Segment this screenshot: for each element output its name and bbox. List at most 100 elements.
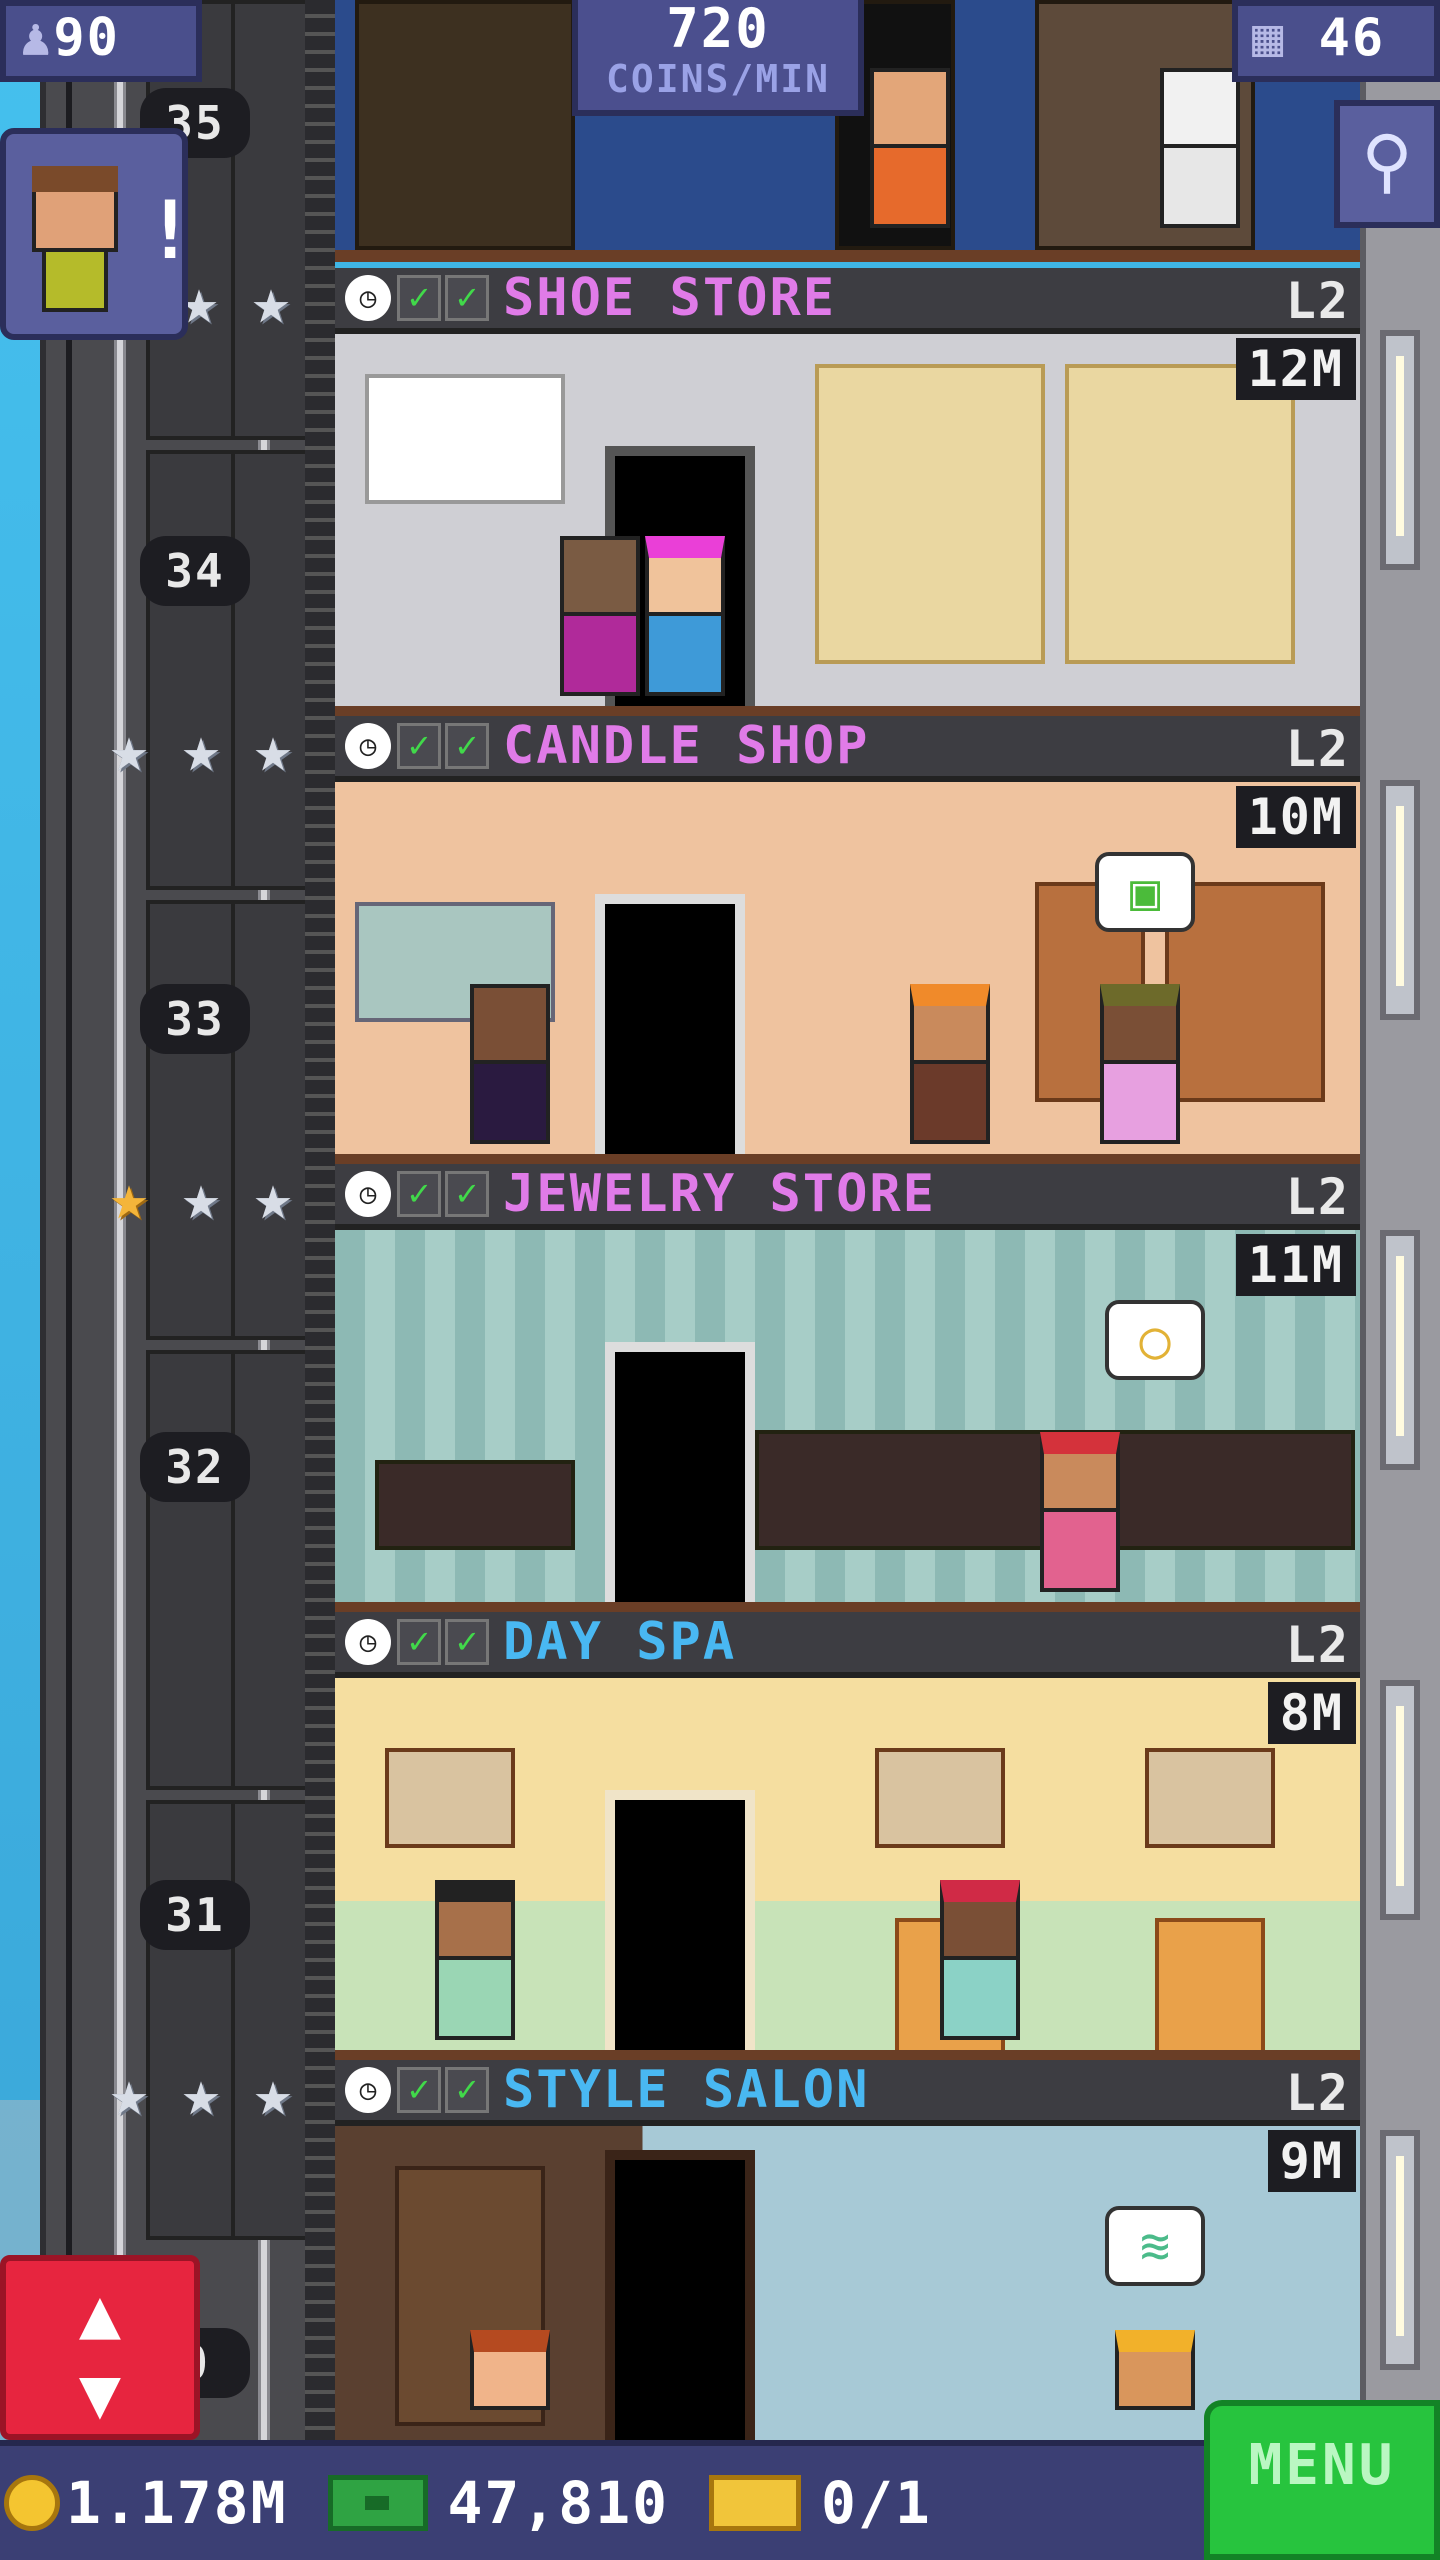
resident-figure[interactable] — [1095, 984, 1185, 1154]
silver-star-icon: ★ — [181, 1161, 221, 1235]
resident-figure[interactable] — [1110, 2330, 1200, 2440]
floor-header: ◷ ✓ ✓ DAY SPA L2 — [335, 1612, 1360, 1678]
floor-candle-shop[interactable]: ◷ ✓ ✓ CANDLE SHOP L2 10M ▣ — [335, 716, 1360, 1164]
star-row: ★ ★ ★ — [95, 716, 307, 786]
floor-style-salon[interactable]: ◷ ✓ ✓ STYLE SALON L2 9M ≋ — [335, 2060, 1360, 2440]
floor-level: L2 — [1285, 1168, 1350, 1226]
shaft-panel — [146, 450, 316, 890]
floor-earnings: 8M — [1267, 1682, 1356, 1744]
resident-head — [910, 984, 990, 1064]
room-door — [605, 1342, 755, 1602]
checkmark-icon: ✓ — [445, 723, 489, 769]
floor-header: ◷ ✓ ✓ SHOE STORE L2 — [335, 268, 1360, 334]
checkmark-icon: ✓ — [445, 1619, 489, 1665]
resident-figure[interactable] — [465, 2330, 555, 2440]
floor-shoe-store[interactable]: ◷ ✓ ✓ SHOE STORE L2 12M — [335, 268, 1360, 716]
coins-value: 1.178M — [66, 2469, 288, 2537]
floor-jewelry-store[interactable]: ◷ ✓ ✓ JEWELRY STORE L2 11M ◯ — [335, 1164, 1360, 1612]
resident-alert-button[interactable]: ! — [0, 128, 194, 340]
room-interior — [335, 1678, 1360, 2060]
room-interior: ▣ — [335, 782, 1360, 1164]
floor-name: STYLE SALON — [503, 2060, 870, 2120]
building-window — [1380, 330, 1420, 570]
resident-figure[interactable] — [935, 1880, 1025, 2050]
coins-display[interactable]: 1.178M — [4, 2469, 288, 2537]
tickets-value: 0/1 — [821, 2469, 932, 2537]
resident-figure[interactable] — [555, 536, 645, 706]
room-interior: ≋ — [335, 2126, 1360, 2440]
silver-star-icon: ★ — [109, 713, 149, 787]
checkmark-icon: ✓ — [445, 275, 489, 321]
framed-picture — [385, 1748, 515, 1848]
coin-icon — [4, 2475, 60, 2531]
resident-head — [1100, 984, 1180, 1064]
checkmark-icon: ✓ — [397, 275, 441, 321]
floor-number-31: 31 — [140, 1880, 250, 1950]
population-counter[interactable]: ♟90 — [0, 0, 202, 82]
building-window — [1380, 780, 1420, 1020]
thought-bubble-candle-icon[interactable]: ▣ — [1095, 852, 1195, 932]
bux-display[interactable]: 47,810 — [327, 2469, 670, 2537]
resident-body — [940, 1960, 1020, 2040]
resident-head — [560, 536, 640, 616]
magnifier-icon: ⚲ — [1361, 120, 1413, 202]
resident-figure[interactable] — [465, 984, 555, 1154]
floor-header: ◷ ✓ ✓ CANDLE SHOP L2 — [335, 716, 1360, 782]
resident-figure[interactable] — [430, 1880, 520, 2050]
resident-head — [1160, 68, 1240, 148]
resident-head — [870, 68, 950, 148]
clock-icon: ◷ — [345, 1619, 391, 1665]
floor-earnings: 12M — [1235, 338, 1356, 400]
alert-icon: ! — [146, 184, 195, 277]
building-window — [1380, 2130, 1420, 2370]
elevator-arrows-icon: ▲ ▼ — [78, 2272, 122, 2434]
checkmark-icon: ✓ — [397, 1171, 441, 1217]
resident-figure[interactable] — [865, 68, 955, 238]
elevator-chain — [305, 0, 335, 2440]
shoe-wall-shelf — [815, 364, 1045, 664]
resident-figure[interactable] — [1155, 68, 1245, 238]
resident-figure[interactable] — [640, 536, 730, 706]
thought-bubble-ring-icon[interactable]: ◯ — [1105, 1300, 1205, 1380]
floor-level: L2 — [1285, 720, 1350, 778]
shaft-panel — [146, 1800, 316, 2240]
resident-body — [645, 616, 725, 696]
shoe-display-case — [355, 0, 575, 250]
menu-button[interactable]: MENU — [1204, 2400, 1440, 2560]
clock-icon: ◷ — [345, 1171, 391, 1217]
clock-icon: ◷ — [345, 275, 391, 321]
resident-head — [1040, 1432, 1120, 1512]
floor-name: SHOE STORE — [503, 268, 837, 328]
resident-body — [435, 1960, 515, 2040]
checkmark-icon: ✓ — [397, 2067, 441, 2113]
sky-background — [0, 0, 40, 2440]
floor-name: DAY SPA — [503, 1612, 737, 1672]
resident-figure[interactable] — [905, 984, 995, 1154]
framed-picture — [875, 1748, 1005, 1848]
floor-earnings: 11M — [1235, 1234, 1356, 1296]
floor-name: JEWELRY STORE — [503, 1164, 936, 1224]
floor-day-spa[interactable]: ◷ ✓ ✓ DAY SPA L2 8M — [335, 1612, 1360, 2060]
resident-head — [940, 1880, 1020, 1960]
room-interior — [335, 334, 1360, 716]
room-door — [595, 894, 745, 1154]
resident-figure[interactable] — [1035, 1432, 1125, 1602]
clock-icon: ◷ — [345, 723, 391, 769]
floor-number-34: 34 — [140, 536, 250, 606]
star-row: ★ ★ ★ — [95, 1164, 307, 1234]
floor-earnings: 9M — [1267, 2130, 1356, 2192]
room-door — [605, 1790, 755, 2050]
floor-earnings: 10M — [1235, 786, 1356, 848]
resident-head — [645, 536, 725, 616]
silver-star-icon: ★ — [253, 1161, 293, 1235]
search-button[interactable]: ⚲ — [1334, 100, 1440, 228]
building-window — [1380, 1230, 1420, 1470]
clock-icon: ◷ — [345, 2067, 391, 2113]
elevator-button[interactable]: ▲ ▼ — [0, 2255, 200, 2440]
silver-star-icon: ★ — [181, 713, 221, 787]
thought-bubble-money-icon[interactable]: ≋ — [1105, 2206, 1205, 2286]
floors-value: 46 — [1318, 8, 1386, 68]
silver-star-icon: ★ — [109, 2057, 149, 2131]
floors-counter[interactable]: ▦ 46 — [1232, 0, 1440, 82]
tickets-display[interactable]: 0/1 — [709, 2469, 932, 2537]
